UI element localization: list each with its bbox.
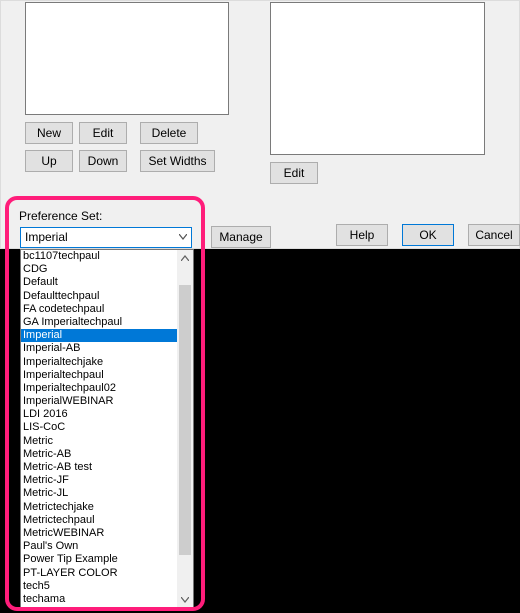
- preference-set-combobox[interactable]: Imperial: [20, 227, 192, 248]
- dropdown-item[interactable]: Metric-JF: [21, 474, 177, 487]
- dropdown-item[interactable]: tech5: [21, 580, 177, 593]
- dropdown-item[interactable]: Imperialtechjake: [21, 356, 177, 369]
- dropdown-item[interactable]: Metric-JL: [21, 487, 177, 500]
- dropdown-item[interactable]: Metric: [21, 435, 177, 448]
- dropdown-item[interactable]: Imperialtechpaul02: [21, 382, 177, 395]
- dropdown-item[interactable]: techama: [21, 593, 177, 606]
- right-listbox[interactable]: [270, 2, 485, 155]
- down-button[interactable]: Down: [79, 150, 127, 172]
- right-edit-button[interactable]: Edit: [270, 162, 318, 184]
- set-widths-button[interactable]: Set Widths: [140, 150, 215, 172]
- dropdown-scrollbar[interactable]: [177, 250, 193, 608]
- dropdown-item[interactable]: Imperial: [21, 329, 177, 342]
- dropdown-item[interactable]: PT-LAYER COLOR: [21, 567, 177, 580]
- dropdown-item[interactable]: Default: [21, 276, 177, 289]
- dropdown-item[interactable]: Metrictechjake: [21, 501, 177, 514]
- scroll-down-arrow-icon[interactable]: [177, 592, 193, 608]
- cancel-button[interactable]: Cancel: [468, 224, 520, 246]
- chevron-down-icon: [179, 234, 187, 242]
- dropdown-item[interactable]: Paul's Own: [21, 540, 177, 553]
- dropdown-item[interactable]: ImperialWEBINAR: [21, 395, 177, 408]
- dropdown-item[interactable]: GA Imperialtechpaul: [21, 316, 177, 329]
- dropdown-item[interactable]: Metrictechpaul: [21, 514, 177, 527]
- new-button[interactable]: New: [25, 122, 73, 144]
- dropdown-item[interactable]: Power Tip Example: [21, 553, 177, 566]
- up-button[interactable]: Up: [25, 150, 73, 172]
- dropdown-item[interactable]: CDG: [21, 263, 177, 276]
- dropdown-item[interactable]: Metric-AB test: [21, 461, 177, 474]
- delete-button[interactable]: Delete: [140, 122, 198, 144]
- dropdown-item[interactable]: FA codetechpaul: [21, 303, 177, 316]
- scroll-up-arrow-icon[interactable]: [177, 250, 193, 266]
- dropdown-item[interactable]: Metric-AB: [21, 448, 177, 461]
- dropdown-item[interactable]: Defaulttechpaul: [21, 290, 177, 303]
- dropdown-item[interactable]: bc1107techpaul: [21, 250, 177, 263]
- left-listbox[interactable]: [25, 2, 229, 115]
- dropdown-item[interactable]: LDI 2016: [21, 408, 177, 421]
- combobox-value: Imperial: [25, 230, 68, 244]
- ok-button[interactable]: OK: [402, 224, 454, 246]
- dropdown-item[interactable]: MetricWEBINAR: [21, 527, 177, 540]
- help-button[interactable]: Help: [336, 224, 388, 246]
- preference-set-dropdown[interactable]: bc1107techpaulCDGDefaultDefaulttechpaulF…: [20, 249, 194, 609]
- edit-button[interactable]: Edit: [79, 122, 127, 144]
- dropdown-item[interactable]: Imperialtechpaul: [21, 369, 177, 382]
- scroll-thumb[interactable]: [179, 285, 191, 555]
- preference-set-label: Preference Set:: [19, 209, 102, 223]
- manage-button[interactable]: Manage: [211, 226, 271, 248]
- dropdown-item[interactable]: Imperial-AB: [21, 342, 177, 355]
- dropdown-item[interactable]: LIS-CoC: [21, 421, 177, 434]
